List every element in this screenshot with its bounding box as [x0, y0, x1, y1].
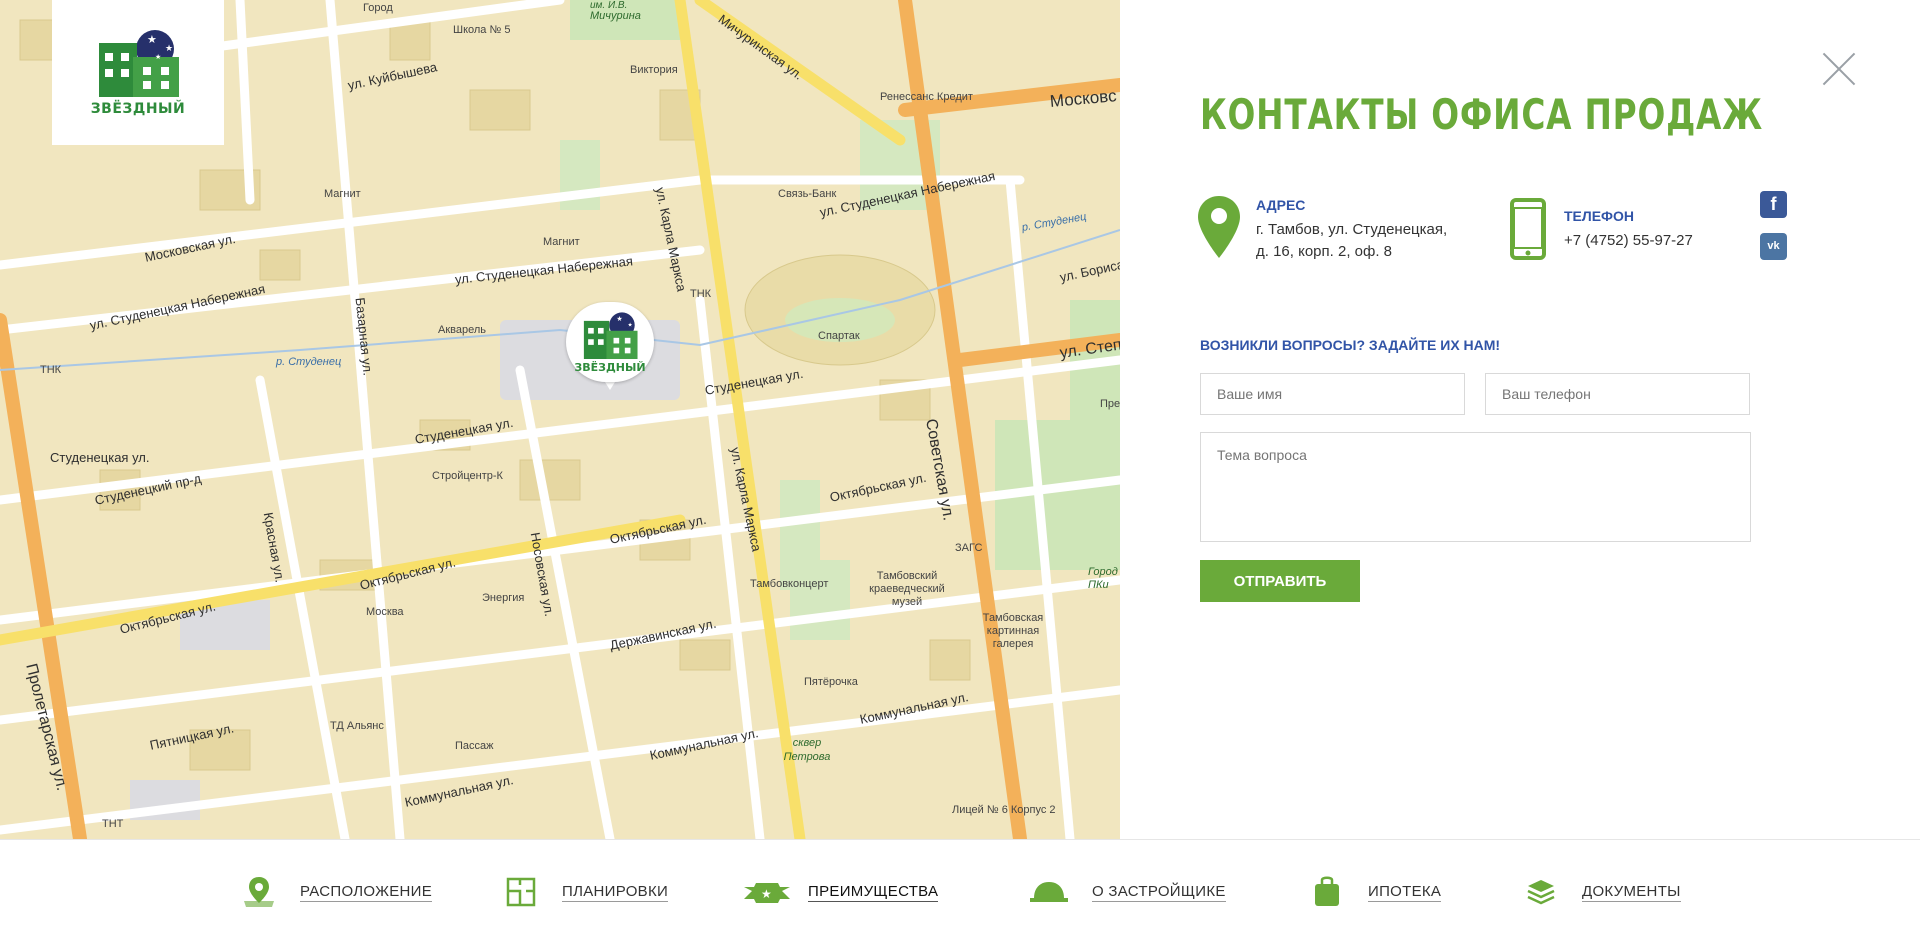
- marker-bubble: ★ ★ ЗВЁЗДНЫЙ: [566, 302, 654, 382]
- poi-label: им. И.В.: [590, 0, 628, 11]
- nav-item-location[interactable]: РАСПОЛОЖЕНИЕ: [242, 874, 433, 910]
- poi-label: Виктория: [630, 64, 678, 76]
- river-label: р. Студенец: [276, 356, 342, 368]
- poi-label: Лицей № 6 Корпус 2: [952, 804, 1056, 816]
- address-value: г. Тамбов, ул. Студенецкая, д. 16, корп.…: [1256, 219, 1496, 263]
- project-map-marker[interactable]: ★ ★ ЗВЁЗДНЫЙ: [566, 302, 654, 394]
- facebook-icon[interactable]: f: [1760, 191, 1787, 218]
- svg-text:★: ★: [616, 314, 622, 322]
- poi-label: Стройцентр-К: [432, 470, 503, 482]
- nav-item-advantages[interactable]: ★ ПРЕИМУЩЕСТВА: [744, 874, 939, 910]
- poi-label: Пре: [1100, 398, 1120, 410]
- nav-item-developer[interactable]: О ЗАСТРОЙЩИКЕ: [1030, 874, 1226, 910]
- poi-label: Энергия: [482, 592, 525, 604]
- poi-label: сквер Петрова: [783, 737, 831, 763]
- poi-label: ТД Альянс: [330, 720, 384, 732]
- submit-button[interactable]: ОТПРАВИТЬ: [1200, 560, 1360, 602]
- poi-label: ТНК: [690, 288, 712, 300]
- phone-block: ТЕЛЕФОН +7 (4752) 55-97-27: [1564, 208, 1744, 252]
- poi-label: ЗАГС: [955, 542, 983, 554]
- star-ribbon-icon: ★: [744, 875, 790, 909]
- hard-hat-icon: [1030, 875, 1068, 909]
- form-heading: ВОЗНИКЛИ ВОПРОСЫ? ЗАДАЙТЕ ИХ НАМ!: [1200, 337, 1501, 353]
- nav-label: ПЛАНИРОВКИ: [562, 882, 669, 902]
- phone-label: ТЕЛЕФОН: [1564, 208, 1634, 224]
- poi-label: Магнит: [324, 188, 361, 200]
- nav-item-documents[interactable]: ДОКУМЕНТЫ: [1524, 874, 1681, 910]
- page-title: КОНТАКТЫ ОФИСА ПРОДАЖ: [1200, 90, 1764, 139]
- phone-field[interactable]: [1485, 373, 1750, 415]
- building-logo-icon: ★★: [583, 311, 638, 359]
- svg-text:★: ★: [628, 321, 633, 328]
- nav-label: О ЗАСТРОЙЩИКЕ: [1092, 882, 1226, 902]
- location-pin-icon: [242, 875, 276, 909]
- poi-label: Москва: [366, 606, 404, 618]
- poi-label: Магнит: [543, 236, 580, 248]
- site-logo[interactable]: ★ ★ ★ ЗВЁЗДНЫЙ: [52, 0, 224, 145]
- poi-label: Спартак: [818, 330, 860, 342]
- address-label: АДРЕС: [1256, 197, 1306, 213]
- nav-item-plans[interactable]: ПЛАНИРОВКИ: [504, 874, 669, 910]
- nav-item-mortgage[interactable]: ИПОТЕКА: [1310, 874, 1442, 910]
- bag-icon: [1310, 875, 1344, 909]
- poi-label: ТНК: [40, 364, 62, 376]
- poi-label: Город ПКи: [1088, 566, 1118, 591]
- address-line-1: г. Тамбов, ул. Студенецкая,: [1256, 221, 1448, 238]
- question-topic-field[interactable]: [1200, 432, 1751, 542]
- poi-label: Пятёрочка: [804, 676, 858, 688]
- nav-label: ПРЕИМУЩЕСТВА: [808, 882, 939, 902]
- poi-label: Школа № 5: [453, 24, 511, 36]
- phone-value[interactable]: +7 (4752) 55-97-27: [1564, 230, 1744, 252]
- bottom-navigation: РАСПОЛОЖЕНИЕ ПЛАНИРОВКИ ★ ПРЕИМУЩЕСТВА О…: [0, 839, 1920, 943]
- svg-text:★: ★: [165, 43, 173, 53]
- poi-label: Тамбовский краеведческий музей: [869, 570, 945, 608]
- building-logo-icon: ★ ★ ★: [99, 29, 179, 97]
- close-button[interactable]: [1820, 50, 1858, 88]
- marker-label: ЗВЁЗДНЫЙ: [574, 360, 646, 374]
- svg-text:★: ★: [761, 887, 772, 901]
- vk-icon[interactable]: vk: [1760, 233, 1787, 260]
- address-block: АДРЕС г. Тамбов, ул. Студенецкая, д. 16,…: [1256, 197, 1496, 263]
- name-field[interactable]: [1200, 373, 1465, 415]
- poi-label: Ренессанс Кредит: [880, 91, 973, 103]
- address-line-2: д. 16, корп. 2, оф. 8: [1256, 243, 1393, 260]
- poi-label: Мичурина: [590, 10, 641, 22]
- street-label: Студенецкая ул.: [50, 450, 150, 465]
- poi-label: Акварель: [438, 324, 487, 336]
- svg-text:★: ★: [147, 34, 157, 46]
- logo-text: ЗВЁЗДНЫЙ: [90, 100, 186, 117]
- floor-plan-icon: [504, 875, 538, 909]
- svg-text:★: ★: [155, 53, 161, 61]
- poi-label: Пассаж: [455, 740, 494, 752]
- phone-icon: [1510, 198, 1546, 265]
- poi-label: Связь-Банк: [778, 188, 837, 200]
- nav-label: ДОКУМЕНТЫ: [1582, 882, 1681, 902]
- poi-label: Тамбовконцерт: [750, 578, 829, 590]
- poi-label: Город: [363, 2, 393, 14]
- city-map[interactable]: ул. Куйбышева Московская ул. ул. Студене…: [0, 0, 1120, 839]
- poi-label: ТНТ: [102, 818, 124, 830]
- poi-label: Тамбовская картинная галерея: [982, 612, 1044, 650]
- nav-label: ИПОТЕКА: [1368, 882, 1442, 902]
- stack-icon: [1524, 875, 1558, 909]
- address-icon: [1198, 196, 1240, 263]
- nav-label: РАСПОЛОЖЕНИЕ: [300, 882, 433, 902]
